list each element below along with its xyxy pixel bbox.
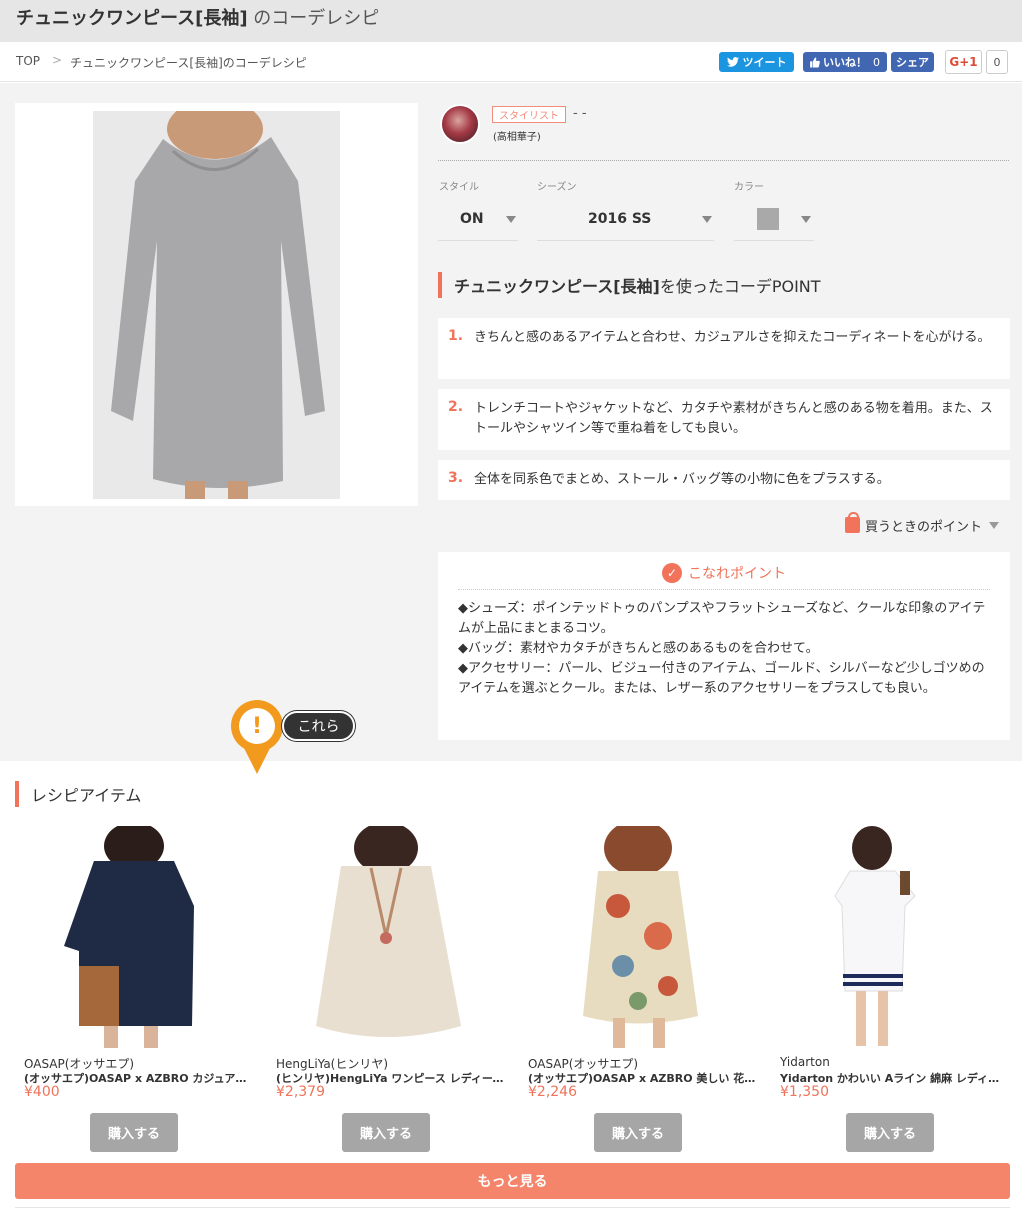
hint-pin: ! <box>231 700 283 778</box>
buy-point-toggle[interactable]: 買うときのポイント <box>845 512 1000 536</box>
main-item-photo <box>15 99 418 506</box>
buy-button[interactable]: 購入する <box>90 1113 178 1152</box>
item-price: ¥1,350 <box>780 1084 829 1100</box>
stylist-tag: スタイリスト <box>492 106 566 123</box>
point-heading-bold: チュニックワンピース[長袖] <box>454 277 660 296</box>
title-bar: チュニックワンピース[長袖] のコーデレシピ <box>0 0 1022 42</box>
google-plus-button[interactable]: G+1 <box>945 50 982 74</box>
see-more-button[interactable]: もっと見る <box>15 1163 1010 1199</box>
item-price: ¥2,379 <box>276 1084 325 1100</box>
point-text: トレンチコートやジャケットなど、カタチや素材がきちんと感のある物を着用。また、ス… <box>474 401 993 436</box>
checkbox-icon: ✓ <box>662 563 682 583</box>
konare-heading-label: こなれポイント <box>688 566 786 582</box>
point-item: 2. トレンチコートやジャケットなど、カタチや素材がきちんと感のある物を着用。ま… <box>438 389 1010 450</box>
navy-dress-image[interactable] <box>24 826 254 1048</box>
divider <box>15 1207 1010 1208</box>
tweet-button[interactable]: ツイート <box>719 52 794 72</box>
stylist-sub-name: (高相華子) <box>493 132 541 143</box>
point-item: 1. きちんと感のあるアイテムと合わせ、カジュアルさを抑えたコーディネートを心が… <box>438 318 1010 379</box>
like-label: いいね！ <box>823 56 867 69</box>
item-price: ¥400 <box>24 1084 60 1100</box>
caret-down-icon <box>506 215 516 223</box>
season-label: シーズン <box>537 182 577 193</box>
konare-point-box: ✓ こなれポイント ◆シューズ：ポインテッドトゥのパンプスやフラットシューズなど… <box>438 552 1010 740</box>
konare-line: ◆シューズ：ポインテッドトゥのパンプスやフラットシューズなど、クールな印象のアイ… <box>458 601 986 636</box>
buy-button[interactable]: 購入する <box>594 1113 682 1152</box>
point-text: きちんと感のあるアイテムと合わせ、カジュアルさを抑えたコーディネートを心がける。 <box>474 330 991 345</box>
recipe-heading: レシピアイテム <box>15 781 141 807</box>
photo-frame <box>93 99 340 499</box>
konare-text: ◆シューズ：ポインテッドトゥのパンプスやフラットシューズなど、クールな印象のアイ… <box>458 599 994 699</box>
tweet-label: ツイート <box>742 56 787 69</box>
point-number: 3. <box>448 470 464 486</box>
buy-point-label: 買うときのポイント <box>865 519 983 535</box>
stylist-avatar[interactable] <box>440 104 480 144</box>
thumbs-up-icon <box>810 57 820 67</box>
color-swatch <box>757 208 779 230</box>
season-value: 2016 SS <box>588 211 652 227</box>
caret-down-icon <box>801 215 811 223</box>
caret-down-icon <box>702 215 712 223</box>
buy-button[interactable]: 購入する <box>342 1113 430 1152</box>
like-count: 0 <box>873 55 880 69</box>
style-value: ON <box>460 211 484 227</box>
page-title-rest: のコーデレシピ <box>247 8 380 29</box>
exclamation-icon: ! <box>239 708 275 744</box>
point-item: 3. 全体を同系色でまとめ、ストール・バッグ等の小物に色をプラスする。 <box>438 460 1010 500</box>
konare-line: ◆バッグ：素材やカタチがきちんと感のあるものを合わせて。 <box>458 641 819 656</box>
page-title-bold: チュニックワンピース[長袖] <box>16 8 248 29</box>
grey-tunic-dress-image <box>93 99 340 499</box>
shopping-bag-icon <box>845 512 860 533</box>
chevron-right-icon: > <box>52 53 63 67</box>
season-select[interactable]: 2016 SS <box>537 198 714 241</box>
breadcrumb-current: チュニックワンピース[長袖]のコーデレシピ <box>70 56 307 70</box>
caret-down-icon <box>989 521 1000 529</box>
color-label: カラー <box>734 182 764 193</box>
beige-dress-image[interactable] <box>276 826 506 1048</box>
buy-button[interactable]: 購入する <box>846 1113 934 1152</box>
style-label: スタイル <box>439 182 479 193</box>
stylist-name[interactable]: - - <box>573 106 587 121</box>
item-price: ¥2,246 <box>528 1084 577 1100</box>
facebook-share-button[interactable]: シェア <box>891 52 934 72</box>
white-dress-image[interactable] <box>780 826 1010 1048</box>
konare-line: ◆アクセサリー：パール、ビジュー付きのアイテム、ゴールド、シルバーなど少しゴツめ… <box>458 661 985 696</box>
point-number: 2. <box>448 399 464 415</box>
color-select[interactable] <box>734 198 814 241</box>
divider <box>458 589 990 590</box>
hint-bubble: これら <box>282 711 355 741</box>
page-title: チュニックワンピース[長袖] のコーデレシピ <box>16 4 379 30</box>
twitter-bird-icon <box>726 57 739 67</box>
floral-dress-image[interactable] <box>528 826 758 1048</box>
point-text: 全体を同系色でまとめ、ストール・バッグ等の小物に色をプラスする。 <box>474 472 890 487</box>
google-plus-count: 0 <box>986 50 1008 74</box>
breadcrumb-top-link[interactable]: TOP <box>16 54 40 68</box>
item-brand: Yidarton <box>780 1055 830 1069</box>
style-select[interactable]: ON <box>438 198 518 241</box>
point-heading: チュニックワンピース[長袖] を使ったコーデPOINT <box>438 272 821 298</box>
divider <box>438 160 1009 161</box>
facebook-like-button[interactable]: いいね！ 0 <box>803 52 887 72</box>
point-number: 1. <box>448 328 464 344</box>
konare-heading: ✓ こなれポイント <box>662 563 786 583</box>
point-heading-rest: を使ったコーデPOINT <box>659 277 821 296</box>
